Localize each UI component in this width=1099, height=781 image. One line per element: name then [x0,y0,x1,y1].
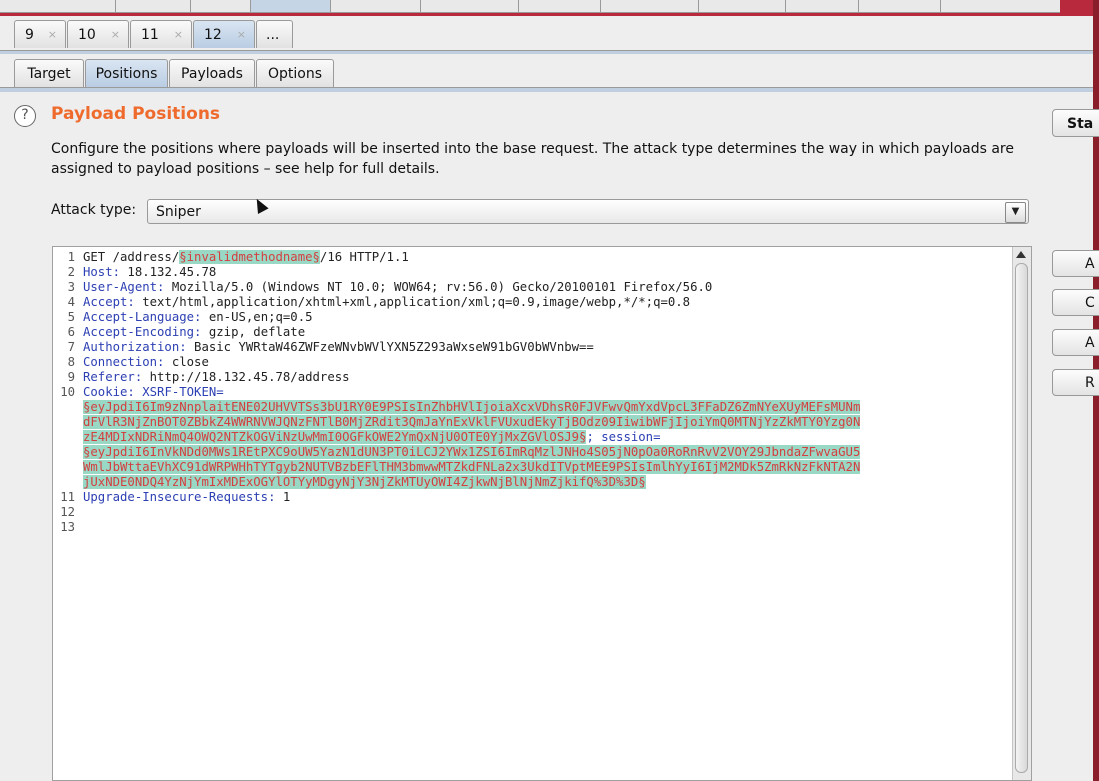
section-title: Payload Positions [51,104,221,124]
refresh-button[interactable]: R [1052,369,1099,396]
add-marker-button[interactable]: A [1052,250,1099,277]
payload-marker[interactable]: §eyJpdiI6InVkNDd0MWs1REtPXC9oUW5YazN1dUN… [83,445,861,459]
header-name: User-Agent: [83,280,165,294]
header-value: Mozilla/5.0 (Windows NT 10.0; WOW64; rv:… [164,280,713,294]
payload-marker[interactable]: dFVlR3NjZnBOT0ZBbkZ4WWRNVWJQNzFNTlB0MjZR… [83,415,861,429]
tab-target[interactable]: Target [14,59,84,87]
editor-scrollbar[interactable] [1012,247,1031,780]
line-text: WmlJbWttaEVhXC91dWRPWHhTYTgyb2NUTVBzbEFl… [83,460,861,475]
header-name: Accept-Language: [83,310,202,324]
line-text: Host: 18.132.45.78 [83,265,216,280]
header-value: Basic YWRtaW46ZWFzeWNvbWVlYXN5Z293aWxseW… [186,340,594,354]
close-icon[interactable]: × [48,21,57,49]
line-text: Accept: text/html,application/xhtml+xml,… [83,295,690,310]
header-value: 1 [275,490,291,504]
line-text: Connection: close [83,355,209,370]
header-name: Upgrade-Insecure-Requests: [83,490,276,504]
line-number: 11 [60,490,75,504]
top-tab-strip [0,0,1060,13]
header-name: Connection: [83,355,165,369]
line-number: 5 [67,310,75,324]
request-tab-label: 10 [78,27,96,43]
request-tab-label: 9 [25,27,34,43]
line-text: jUxNDE0NDQ4YzNjYmIxMDExOGYlOTYyMDgyNjY3N… [83,475,646,490]
payload-marker[interactable]: §invalidmethodname§ [179,250,320,264]
line-number: 7 [67,340,75,354]
line-number: 6 [67,325,75,339]
header-name: Authorization: [83,340,187,354]
payload-marker[interactable]: jUxNDE0NDQ4YzNjYmIxMDExOGYlOTYyMDgyNjY3N… [83,475,646,489]
tab-options[interactable]: Options [256,59,334,87]
clear-markers-button[interactable]: C [1052,289,1099,316]
header-value: text/html,application/xhtml+xml,applicat… [134,295,691,309]
line-number: 10 [60,385,75,399]
line-number: 3 [67,280,75,294]
scroll-thumb[interactable] [1015,263,1028,773]
header-name: ; session= [586,430,661,444]
line-text: §eyJpdiI6Im9zNnplaitENE02UHVVTSs3bU1RY0E… [83,400,861,415]
header-value: en-US,en;q=0.5 [201,310,313,324]
line-number: 13 [60,520,75,534]
attack-type-value: Sniper [156,204,201,220]
line-text: GET /address/§invalidmethodname§/16 HTTP… [83,250,409,265]
payload-marker[interactable]: WmlJbWttaEVhXC91dWRPWHhTYTgyb2NUTVBzbEFl… [83,460,861,474]
header-name: Accept-Encoding: [83,325,202,339]
header-name: Cookie: [83,385,135,399]
tab-positions[interactable]: Positions [85,59,168,87]
header-name: Referer: [83,370,143,384]
header-value: close [164,355,209,369]
line-text: Upgrade-Insecure-Requests: 1 [83,490,290,505]
line-text: Cookie: XSRF-TOKEN= [83,385,224,400]
close-icon[interactable]: × [174,21,183,49]
window-top-bar [0,0,1099,16]
start-attack-button[interactable]: Sta [1052,109,1099,137]
line-text: Authorization: Basic YWRtaW46ZWFzeWNvbWV… [83,340,594,355]
line-number: 1 [67,250,75,264]
attack-type-label: Attack type: [51,202,137,218]
chevron-down-icon[interactable]: ▼ [1005,202,1026,223]
line-text: zE4MDIxNDRiNmQ4OWQ2NTZkOGViNzUwMmI0OGFkO… [83,430,660,445]
tab-payloads[interactable]: Payloads [169,59,255,87]
help-circle-icon[interactable]: ? [14,105,36,127]
line-number: 8 [67,355,75,369]
line-number: 9 [67,370,75,384]
header-name: XSRF-TOKEN= [134,385,224,399]
line-text: User-Agent: Mozilla/5.0 (Windows NT 10.0… [83,280,712,295]
header-value: /16 HTTP/1.1 [319,250,409,264]
payload-marker[interactable]: §eyJpdiI6Im9zNnplaitENE02UHVVTSs3bU1RY0E… [83,400,861,414]
subtab-divider [0,87,1093,92]
more-tabs-button[interactable]: ... [256,20,293,48]
header-value: gzip, deflate [201,325,306,339]
request-tab-11[interactable]: 11 × [130,20,192,48]
line-number: 2 [67,265,75,279]
request-tab-10[interactable]: 10 × [67,20,129,48]
line-text: §eyJpdiI6InVkNDd0MWs1REtPXC9oUW5YazN1dUN… [83,445,861,460]
line-text: dFVlR3NjZnBOT0ZBbkZ4WWRNVWJQNzFNTlB0MjZR… [83,415,861,430]
request-tab-label: 11 [141,27,159,43]
payload-marker[interactable]: zE4MDIxNDRiNmQ4OWQ2NTZkOGViNzUwMmI0OGFkO… [83,430,587,444]
section-description: Configure the positions where payloads w… [51,141,1014,177]
line-number: 12 [60,505,75,519]
header-value: 18.132.45.78 [120,265,217,279]
line-text: Referer: http://18.132.45.78/address [83,370,350,385]
close-icon[interactable]: × [237,21,246,49]
line-number: 4 [67,295,75,309]
request-editor[interactable]: 1 GET /address/§invalidmethodname§/16 HTT… [52,246,1032,781]
request-tab-9[interactable]: 9 × [14,20,66,48]
header-value: http://18.132.45.78/address [142,370,350,384]
header-name: Host: [83,265,121,279]
request-tab-label: 12 [204,27,222,43]
scroll-up-icon[interactable] [1016,251,1026,258]
line-text: Accept-Language: en-US,en;q=0.5 [83,310,313,325]
line-text: Accept-Encoding: gzip, deflate [83,325,305,340]
tab-divider [0,50,1093,54]
auto-markers-button[interactable]: A [1052,329,1099,356]
header-name: Accept: [83,295,135,309]
close-icon[interactable]: × [111,21,120,49]
attack-type-select[interactable]: Sniper ▼ [147,199,1029,224]
header-value: GET /address/ [83,250,180,264]
request-tab-12[interactable]: 12 × [193,20,255,48]
